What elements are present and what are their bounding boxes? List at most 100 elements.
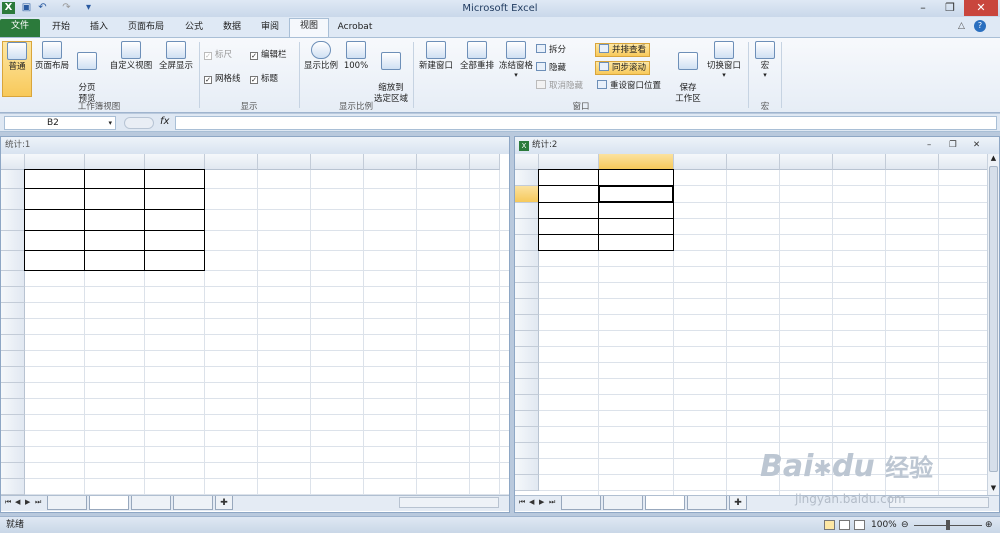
table-cell[interactable]	[598, 218, 674, 235]
formula-input[interactable]	[175, 116, 997, 130]
row-header[interactable]	[1, 351, 25, 367]
table-cell[interactable]	[24, 250, 85, 271]
scroll-down-icon[interactable]: ▼	[989, 484, 998, 494]
full-screen-button[interactable]: 全屏显示	[156, 41, 196, 72]
row-header[interactable]	[515, 395, 539, 411]
headings-checkbox[interactable]: ✓ 标题	[250, 74, 278, 85]
freeze-panes-button[interactable]: 冻结窗格 ▾	[497, 41, 535, 79]
normal-view-button[interactable]: 普通	[2, 41, 32, 97]
row-header[interactable]	[515, 331, 539, 347]
tab-page-layout[interactable]: 页面布局	[121, 20, 171, 37]
help-icon[interactable]: ?	[974, 20, 986, 32]
row-header[interactable]	[1, 251, 25, 271]
table-cell[interactable]	[598, 169, 674, 186]
row-header[interactable]	[1, 335, 25, 351]
name-box-dropdown-icon[interactable]: ▾	[108, 117, 112, 129]
column-header[interactable]	[85, 154, 145, 170]
table-cell[interactable]	[538, 185, 599, 203]
sheet-tab[interactable]	[603, 496, 643, 510]
tab-data[interactable]: 数据	[216, 20, 248, 37]
table-cell[interactable]	[84, 169, 145, 189]
ruler-checkbox[interactable]: ✓ 标尺	[204, 50, 232, 61]
column-header[interactable]	[364, 154, 417, 170]
table-cell[interactable]	[84, 188, 145, 210]
vertical-scrollbar[interactable]: ▲ ▼	[987, 154, 999, 495]
row-header[interactable]	[1, 170, 25, 189]
arrange-all-button[interactable]: 全部重排	[457, 41, 497, 72]
row-header[interactable]	[515, 363, 539, 379]
row-header[interactable]	[515, 170, 539, 186]
row-header[interactable]	[1, 319, 25, 335]
tab-formulas[interactable]: 公式	[178, 20, 210, 37]
collapse-ribbon-icon[interactable]: △	[958, 21, 965, 31]
row-header[interactable]	[515, 186, 539, 203]
normal-view-status-icon[interactable]	[824, 520, 835, 530]
column-header[interactable]	[886, 154, 939, 170]
row-header[interactable]	[1, 447, 25, 463]
column-header[interactable]	[311, 154, 364, 170]
table-cell[interactable]	[538, 218, 599, 235]
row-header[interactable]	[515, 219, 539, 235]
column-header[interactable]	[939, 154, 992, 170]
select-all-corner[interactable]	[515, 154, 539, 170]
column-header[interactable]	[417, 154, 470, 170]
tab-home[interactable]: 开始	[45, 20, 77, 37]
sheet-tab[interactable]	[561, 496, 601, 510]
column-header[interactable]	[258, 154, 311, 170]
name-box[interactable]: B2 ▾	[4, 116, 116, 130]
table-cell[interactable]	[24, 188, 85, 210]
tab-file[interactable]: 文件	[0, 19, 40, 37]
table-cell[interactable]	[144, 169, 205, 189]
row-header[interactable]	[515, 299, 539, 315]
row-header[interactable]	[1, 479, 25, 495]
sheet-tab[interactable]	[89, 496, 129, 510]
reset-window-position-button[interactable]: 重设窗口位置	[597, 80, 661, 92]
table-cell[interactable]	[538, 202, 599, 219]
row-header[interactable]	[1, 431, 25, 447]
insert-sheet-icon[interactable]: ✚	[215, 496, 233, 510]
zoom-100-button[interactable]: 100%	[342, 41, 370, 72]
column-header[interactable]	[539, 154, 599, 170]
column-header[interactable]	[780, 154, 833, 170]
sheet-tab[interactable]	[173, 496, 213, 510]
row-header[interactable]	[515, 347, 539, 363]
sheet-nav-icon[interactable]: ◀	[529, 498, 534, 506]
row-header[interactable]	[1, 367, 25, 383]
row-header[interactable]	[515, 267, 539, 283]
tab-review[interactable]: 审阅	[254, 20, 286, 37]
sheet-tab[interactable]	[687, 496, 727, 510]
zoom-out-icon[interactable]: ⊖	[901, 517, 909, 533]
row-header[interactable]	[1, 189, 25, 210]
row-header[interactable]	[515, 475, 539, 491]
close-button[interactable]: ✕	[964, 0, 998, 16]
row-header[interactable]	[515, 235, 539, 251]
split-button[interactable]: 拆分	[536, 44, 566, 56]
formula-bar-splitter[interactable]	[124, 117, 154, 129]
view-side-by-side-button[interactable]: 并排查看	[595, 43, 651, 57]
column-header[interactable]	[205, 154, 258, 170]
row-header[interactable]	[515, 251, 539, 267]
insert-sheet-icon[interactable]: ✚	[729, 496, 747, 510]
unhide-button[interactable]: 取消隐藏	[536, 80, 583, 92]
table-cell[interactable]	[538, 169, 599, 186]
column-header[interactable]	[470, 154, 500, 170]
horizontal-scrollbar[interactable]	[399, 497, 499, 508]
row-header[interactable]	[1, 399, 25, 415]
row-header[interactable]	[1, 210, 25, 231]
hide-button[interactable]: 隐藏	[536, 62, 566, 74]
row-header[interactable]	[1, 271, 25, 287]
switch-windows-button[interactable]: 切换窗口 ▾	[704, 41, 744, 79]
table-cell[interactable]	[144, 230, 205, 251]
spreadsheet-grid-left[interactable]	[1, 154, 509, 495]
column-header[interactable]	[145, 154, 205, 170]
scroll-up-icon[interactable]: ▲	[989, 154, 998, 164]
tab-view[interactable]: 视图	[289, 18, 329, 37]
page-break-status-icon[interactable]	[854, 520, 865, 530]
column-header[interactable]	[599, 154, 674, 170]
column-header[interactable]	[25, 154, 85, 170]
row-header[interactable]	[1, 383, 25, 399]
table-cell[interactable]	[144, 209, 205, 231]
row-header[interactable]	[515, 443, 539, 459]
restore-button[interactable]: ❐	[937, 0, 963, 16]
row-header[interactable]	[515, 459, 539, 475]
